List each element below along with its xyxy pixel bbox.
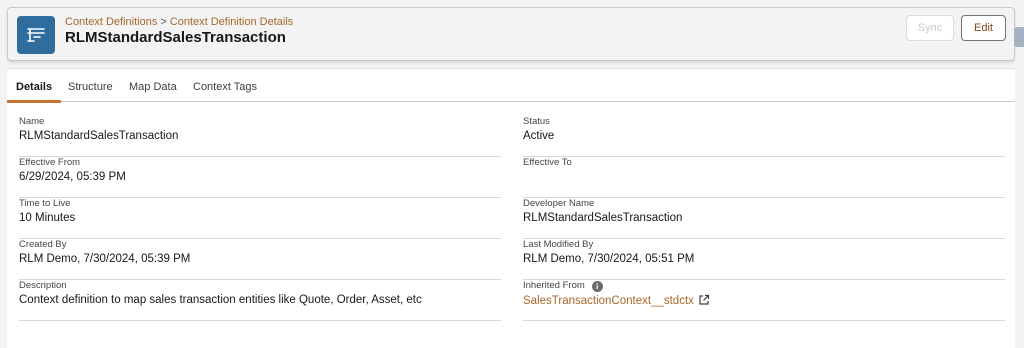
edit-button[interactable]: Edit (961, 15, 1006, 41)
field-value: 10 Minutes (19, 212, 76, 224)
field-label: Last Modified By (523, 239, 594, 250)
field-label: Description (19, 280, 67, 291)
field-label: Status (523, 116, 550, 127)
tab-details[interactable]: Details (6, 69, 62, 103)
field-value: RLM Demo, 7/30/2024, 05:51 PM (523, 253, 695, 265)
inherited-from-link[interactable]: SalesTransactionContext__stdctx (523, 294, 710, 309)
field-label: Effective From (19, 157, 81, 168)
field-created-by: Created By RLM Demo, 7/30/2024, 05:39 PM (19, 239, 501, 280)
field-value: Active (523, 130, 555, 142)
tab-map-data[interactable]: Map Data (129, 69, 177, 102)
field-value: Context definition to map sales transact… (19, 294, 422, 306)
breadcrumb-separator: > (160, 16, 167, 28)
field-label: Created By (19, 239, 67, 250)
field-inherited-from: Inherited From i SalesTransactionContext_… (523, 280, 1005, 321)
field-description: Description Context definition to map sa… (19, 280, 501, 321)
field-time-to-live: Time to Live 10 Minutes (19, 198, 501, 239)
breadcrumb: Context Definitions > Context Definition D… (65, 16, 293, 28)
external-link-icon[interactable] (698, 294, 710, 309)
sync-button[interactable]: Sync (906, 15, 954, 41)
page-title: RLMStandardSalesTransaction (65, 29, 286, 46)
field-label-text: Inherited From (523, 280, 585, 291)
field-label: Time to Live (19, 198, 71, 209)
side-panel-toggle[interactable] (1014, 27, 1024, 47)
breadcrumb-context-definitions[interactable]: Context Definitions (65, 16, 157, 28)
field-effective-to: Effective To (523, 157, 1005, 198)
tab-structure[interactable]: Structure (68, 69, 113, 102)
context-definition-icon (17, 16, 55, 54)
tab-context-tags[interactable]: Context Tags (193, 69, 257, 102)
field-label: Effective To (523, 157, 572, 168)
field-value: RLM Demo, 7/30/2024, 05:39 PM (19, 253, 191, 265)
field-value: 6/29/2024, 05:39 PM (19, 171, 126, 183)
info-icon[interactable]: i (591, 281, 603, 292)
field-value: RLMStandardSalesTransaction (19, 130, 179, 142)
field-label: Inherited From i (523, 280, 603, 292)
field-value: RLMStandardSalesTransaction (523, 212, 683, 224)
field-developer-name: Developer Name RLMStandardSalesTransacti… (523, 198, 1005, 239)
field-last-modified-by: Last Modified By RLM Demo, 7/30/2024, 05… (523, 239, 1005, 280)
field-label: Name (19, 116, 45, 127)
breadcrumb-context-definition-details[interactable]: Context Definition Details (170, 16, 294, 28)
inherited-from-link-text[interactable]: SalesTransactionContext__stdctx (523, 295, 694, 307)
record-header: Context Definitions > Context Definition D… (7, 7, 1015, 61)
record-detail-panel: Details Structure Map Data Context Tags … (6, 68, 1015, 348)
field-status: Status Active (523, 116, 1005, 157)
field-effective-from: Effective From 6/29/2024, 05:39 PM (19, 157, 501, 198)
field-name: Name RLMStandardSalesTransaction (19, 116, 501, 157)
field-label: Developer Name (523, 198, 595, 209)
tab-bar: Details Structure Map Data Context Tags (6, 69, 1015, 103)
